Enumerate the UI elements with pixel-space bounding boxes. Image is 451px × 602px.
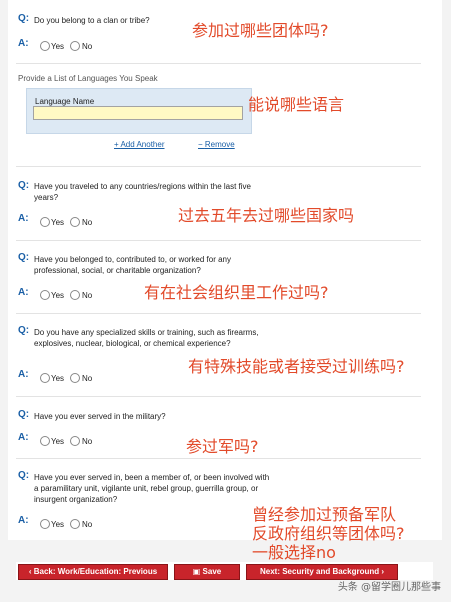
- answer-label: A:: [18, 432, 29, 443]
- radio-label: Yes: [51, 374, 65, 383]
- radio-organization-no[interactable]: [70, 290, 80, 300]
- radio-travel-no[interactable]: [70, 217, 80, 227]
- language-name-input[interactable]: [33, 106, 243, 120]
- radio-skills-no[interactable]: [70, 373, 80, 383]
- languages-box: Language Name: [26, 88, 252, 134]
- radio-label: Yes: [51, 437, 65, 446]
- save-button[interactable]: ▣ Save: [174, 564, 240, 580]
- annotation-skills: 有特殊技能或者接受过训练吗?: [188, 357, 405, 376]
- radio-label: No: [82, 218, 93, 227]
- remove-link[interactable]: − Remove: [198, 140, 235, 149]
- languages-heading: Provide a List of Languages You Speak: [18, 74, 158, 83]
- question-paramilitary-text: Have you ever served in, been a member o…: [34, 473, 270, 504]
- annotation-travel: 过去五年去过哪些国家吗: [178, 206, 355, 225]
- annotation-paramilitary-3: 一般选择no: [252, 543, 336, 562]
- chevron-right-icon: ›: [379, 567, 385, 576]
- radio-paramilitary-no[interactable]: [70, 519, 80, 529]
- radio-military-yes[interactable]: [40, 436, 50, 446]
- annotation-military: 参过军吗?: [186, 437, 259, 456]
- divider: [16, 240, 421, 241]
- question-clan: Q:: [18, 13, 32, 24]
- divider: [16, 313, 421, 314]
- radio-label: No: [82, 520, 93, 529]
- radio-clan-no[interactable]: [70, 41, 80, 51]
- radio-label: Yes: [51, 291, 65, 300]
- annotation-paramilitary-1: 曾经参加过预备军队: [252, 505, 397, 524]
- form-panel: Q: Do you belong to a clan or tribe? A: …: [8, 0, 442, 540]
- question-skills: Q:: [18, 325, 30, 336]
- radio-paramilitary-yes[interactable]: [40, 519, 50, 529]
- annotation-organization: 有在社会组织里工作过吗?: [144, 283, 329, 302]
- question-skills-text: Do you have any specialized skills or tr…: [34, 328, 259, 348]
- divider: [16, 396, 421, 397]
- radio-label: Yes: [51, 42, 65, 51]
- answer-label: A:: [18, 287, 29, 298]
- radio-label: No: [82, 374, 93, 383]
- answer-label: A:: [18, 515, 29, 526]
- radio-label: No: [82, 291, 93, 300]
- radio-label: Yes: [51, 218, 65, 227]
- radio-travel-yes[interactable]: [40, 217, 50, 227]
- divider: [16, 63, 421, 64]
- answer-label: A:: [18, 369, 29, 380]
- radio-organization-yes[interactable]: [40, 290, 50, 300]
- divider: [16, 458, 421, 459]
- radio-military-no[interactable]: [70, 436, 80, 446]
- annotation-paramilitary-2: 反政府组织等团体吗?: [252, 524, 405, 543]
- radio-label: Yes: [51, 520, 65, 529]
- q-label: Q:: [18, 13, 30, 24]
- question-military: Q:: [18, 409, 30, 420]
- question-organization: Q:: [18, 252, 30, 263]
- back-button[interactable]: ‹ Back: Work/Education: Previous: [18, 564, 168, 580]
- radio-label: No: [82, 42, 93, 51]
- question-paramilitary: Q:: [18, 470, 30, 481]
- answer-label: A:: [18, 38, 29, 49]
- question-military-text: Have you ever served in the military?: [34, 412, 166, 421]
- question-organization-text: Have you belonged to, contributed to, or…: [34, 255, 232, 275]
- add-another-link[interactable]: + Add Another: [114, 140, 165, 149]
- minus-icon: −: [198, 140, 205, 149]
- radio-label: No: [82, 437, 93, 446]
- annotation-languages: 能说哪些语言: [248, 95, 345, 114]
- radio-clan-yes[interactable]: [40, 41, 50, 51]
- question-travel: Q:: [18, 180, 30, 191]
- question-travel-text: Have you traveled to any countries/regio…: [34, 182, 252, 202]
- annotation-clan: 参加过哪些团体吗?: [192, 21, 329, 40]
- answer-label: A:: [18, 213, 29, 224]
- radio-skills-yes[interactable]: [40, 373, 50, 383]
- divider: [16, 166, 421, 167]
- language-name-label: Language Name: [35, 97, 95, 106]
- watermark: 头条 @留学圈儿那些事: [337, 582, 441, 593]
- save-icon: ▣: [192, 567, 203, 576]
